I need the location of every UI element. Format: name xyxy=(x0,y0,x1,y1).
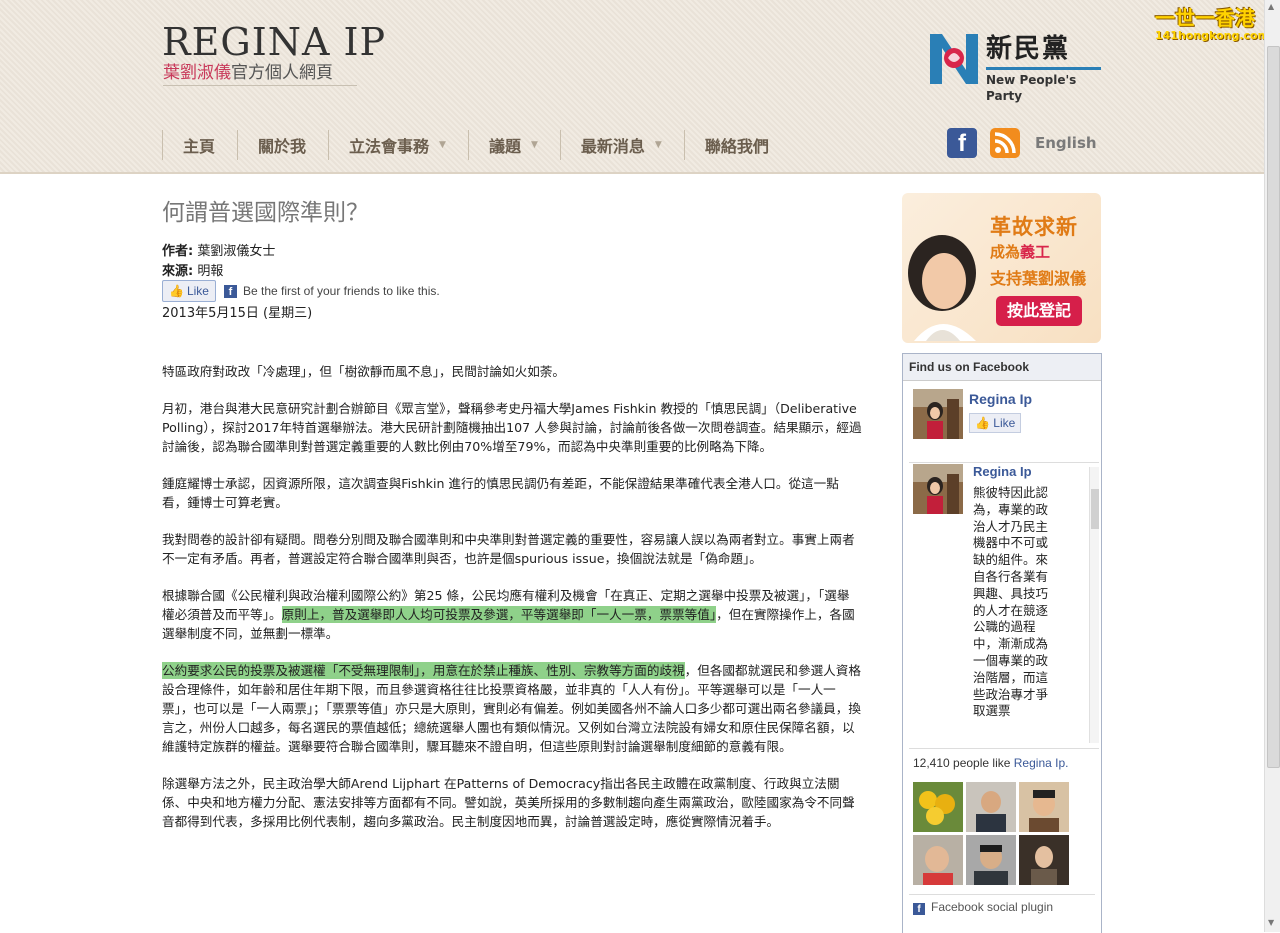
nav-label: 最新消息 xyxy=(580,137,645,156)
english-link[interactable]: English xyxy=(1035,134,1097,152)
article-paragraph: 我對問卷的設計卻有疑問。問卷分別問及聯合國準則和中央準則對普選定義的重要性，容易… xyxy=(162,532,855,566)
logo-sub-name: 葉劉淑儀 xyxy=(163,63,231,83)
facebook-small-icon: f xyxy=(913,903,925,915)
like-label: Like xyxy=(993,416,1016,430)
fan-avatar[interactable] xyxy=(1019,835,1069,885)
facebook-like-button[interactable]: 👍 Like xyxy=(162,280,216,302)
article-title: 何謂普選國際準則？ xyxy=(162,200,369,226)
author-label: 作者: xyxy=(162,244,194,259)
nav-label: 主頁 xyxy=(183,137,216,156)
nav-label: 議題 xyxy=(488,137,521,156)
volunteer-banner[interactable]: 革故求新 成為義工 支持葉劉淑儀 按此登記 xyxy=(902,193,1101,343)
facebook-plugin-label[interactable]: f Facebook social plugin xyxy=(913,900,1053,915)
source-name: 明報 xyxy=(197,264,224,279)
rss-icon[interactable] xyxy=(990,128,1020,158)
article-paragraph: 鍾庭耀博士承認，因資源所限，這次調查與Fishkin 進行的慎思民調仍有差距，不… xyxy=(162,476,839,510)
caret-down-icon: ▼ xyxy=(439,140,446,150)
nav-label: 立法會事務 xyxy=(349,137,430,156)
nav-issues[interactable]: 議題 ▼ xyxy=(467,130,560,160)
stream-avatar[interactable] xyxy=(913,464,963,514)
main-nav: 主頁 關於我 立法會事務 ▼ 議題 ▼ 最新消息 ▼ 聯絡我們 xyxy=(162,130,791,160)
fan-avatar[interactable] xyxy=(966,835,1016,885)
facebook-page-row: Regina Ip 👍 Like xyxy=(913,389,1093,441)
article-paragraph: 根據聯合國《公民權利與政治權利國際公約》第25 條，公民均應有權利及機會「在真正… xyxy=(162,586,862,643)
fan-avatar[interactable] xyxy=(913,835,963,885)
scroll-down-icon[interactable]: ▼ xyxy=(1268,918,1274,927)
like-label: Like xyxy=(186,284,209,298)
highlighted-text: 公約要求公民的投票及被選權「不受無理限制」，用意在於禁止種族、性別、宗教等方面的… xyxy=(162,662,685,679)
site-logo-title[interactable]: REGINA IP xyxy=(162,22,386,62)
caret-down-icon: ▼ xyxy=(654,140,662,150)
fan-avatar[interactable] xyxy=(966,782,1016,832)
rss-glyph xyxy=(994,132,1016,154)
nav-label: 關於我 xyxy=(258,137,307,156)
like-prompt: Be the first of your friends to like thi… xyxy=(242,284,440,298)
author-name: 葉劉淑儀女士 xyxy=(197,244,276,259)
site-logo-subtitle: 葉劉淑儀官方個人網頁 xyxy=(163,62,333,84)
nav-about[interactable]: 關於我 xyxy=(237,130,328,160)
fans-count-text: 12,410 people like xyxy=(913,756,1011,770)
facebook-page-like-button[interactable]: 👍 Like xyxy=(969,413,1022,433)
corner-site-logo[interactable]: 一世一香港 141hongkong.com xyxy=(1155,6,1273,44)
facebook-like-box: Find us on Facebook Regina Ip 👍 Like Reg… xyxy=(902,353,1102,933)
portrait-image xyxy=(908,235,976,341)
stream-scrollbar[interactable] xyxy=(1089,467,1099,743)
logo-sub-text: 官方個人網頁 xyxy=(231,63,333,83)
register-button[interactable]: 按此登記 xyxy=(996,296,1082,326)
thumbs-up-icon: 👍 xyxy=(975,416,990,430)
facebook-small-icon: f xyxy=(223,284,237,298)
article-body: 特區政府對政改「冷處理」，但「樹欲靜而風不息」，民間討論如火如荼。 月初，港台與… xyxy=(162,362,862,849)
banner-line2-highlight: 義工 xyxy=(1020,243,1051,261)
party-n-icon xyxy=(930,34,978,84)
article-paragraph: 月初，港台與港大民意研究計劃合辦節目《眾言堂》，聲稱參考史丹福大學James F… xyxy=(162,401,862,454)
nav-news[interactable]: 最新消息 ▼ xyxy=(559,130,684,160)
nav-home[interactable]: 主頁 xyxy=(162,130,237,160)
scroll-up-icon[interactable]: ▲ xyxy=(1268,2,1274,11)
nav-legco[interactable]: 立法會事務 ▼ xyxy=(328,130,468,160)
article-paragraph: 特區政府對政改「冷處理」，但「樹欲靜而風不息」，民間討論如火如荼。 xyxy=(162,364,565,379)
facebook-page-name[interactable]: Regina Ip xyxy=(969,391,1032,407)
fans-count: 12,410 people like Regina Ip. xyxy=(913,756,1068,770)
caret-down-icon: ▼ xyxy=(530,140,538,150)
divider xyxy=(909,894,1095,895)
corner-logo-line2: 141hongkong.com xyxy=(1155,29,1270,42)
corner-logo-line1: 一世一香港 xyxy=(1155,6,1255,30)
article-meta: 作者: 葉劉淑儀女士 來源: 明報 xyxy=(162,242,275,282)
article-paragraph: 除選舉方法之外，民主政治學大師Arend Lijphart 在Patterns … xyxy=(162,776,855,829)
party-name-cn: 新民黨 xyxy=(986,34,1071,64)
banner-headline: 革故求新 xyxy=(990,215,1078,239)
nav-contact[interactable]: 聯絡我們 xyxy=(683,130,791,160)
party-logo[interactable]: 新民黨 New People's Party xyxy=(928,32,1104,103)
like-row: 👍 Like f Be the first of your friends to … xyxy=(162,280,440,302)
facebook-stream[interactable]: Regina Ip 熊彼特因此認為，專業的政治人才乃民主機器中不可或缺的組件。來… xyxy=(909,462,1099,749)
fan-avatar[interactable] xyxy=(913,782,963,832)
banner-line3: 支持葉劉淑儀 xyxy=(990,269,1087,288)
party-underline xyxy=(986,67,1101,70)
thumbs-up-icon: 👍 xyxy=(169,284,184,298)
logo-underline xyxy=(163,85,357,86)
page-scrollbar[interactable]: ▲ ▼ xyxy=(1264,0,1280,932)
highlighted-text: 原則上，普及選舉即人人均可投票及參選，平等選舉即「一人一票，票票等值」 xyxy=(281,606,717,623)
facebook-box-header: Find us on Facebook xyxy=(903,354,1101,381)
nav-label: 聯絡我們 xyxy=(704,137,769,156)
party-name-en: New People's Party xyxy=(986,73,1077,103)
source-label: 來源: xyxy=(162,264,194,279)
page-avatar[interactable] xyxy=(913,389,963,439)
facebook-icon[interactable]: f xyxy=(947,128,977,158)
article-date: 2013年5月15日 (星期三) xyxy=(162,306,313,321)
banner-line2: 成為義工 xyxy=(990,241,1050,262)
scrollbar-thumb[interactable] xyxy=(1267,46,1280,768)
site-header: REGINA IP 葉劉淑儀官方個人網頁 新民黨 New People's Pa… xyxy=(0,0,1269,174)
stream-author[interactable]: Regina Ip xyxy=(973,464,1032,479)
article-paragraph: 公約要求公民的投票及被選權「不受無理限制」，用意在於禁止種族、性別、宗教等方面的… xyxy=(162,661,862,756)
banner-line2-text: 成為 xyxy=(990,243,1021,261)
stream-scroll-thumb[interactable] xyxy=(1091,489,1099,529)
fan-avatar[interactable] xyxy=(1019,782,1069,832)
plugin-text: Facebook social plugin xyxy=(931,900,1054,914)
stream-post-text: 熊彼特因此認為，專業的政治人才乃民主機器中不可或缺的組件。來自各行各業有興趣、具… xyxy=(973,486,1049,719)
fans-page-link[interactable]: Regina Ip. xyxy=(1014,756,1069,770)
